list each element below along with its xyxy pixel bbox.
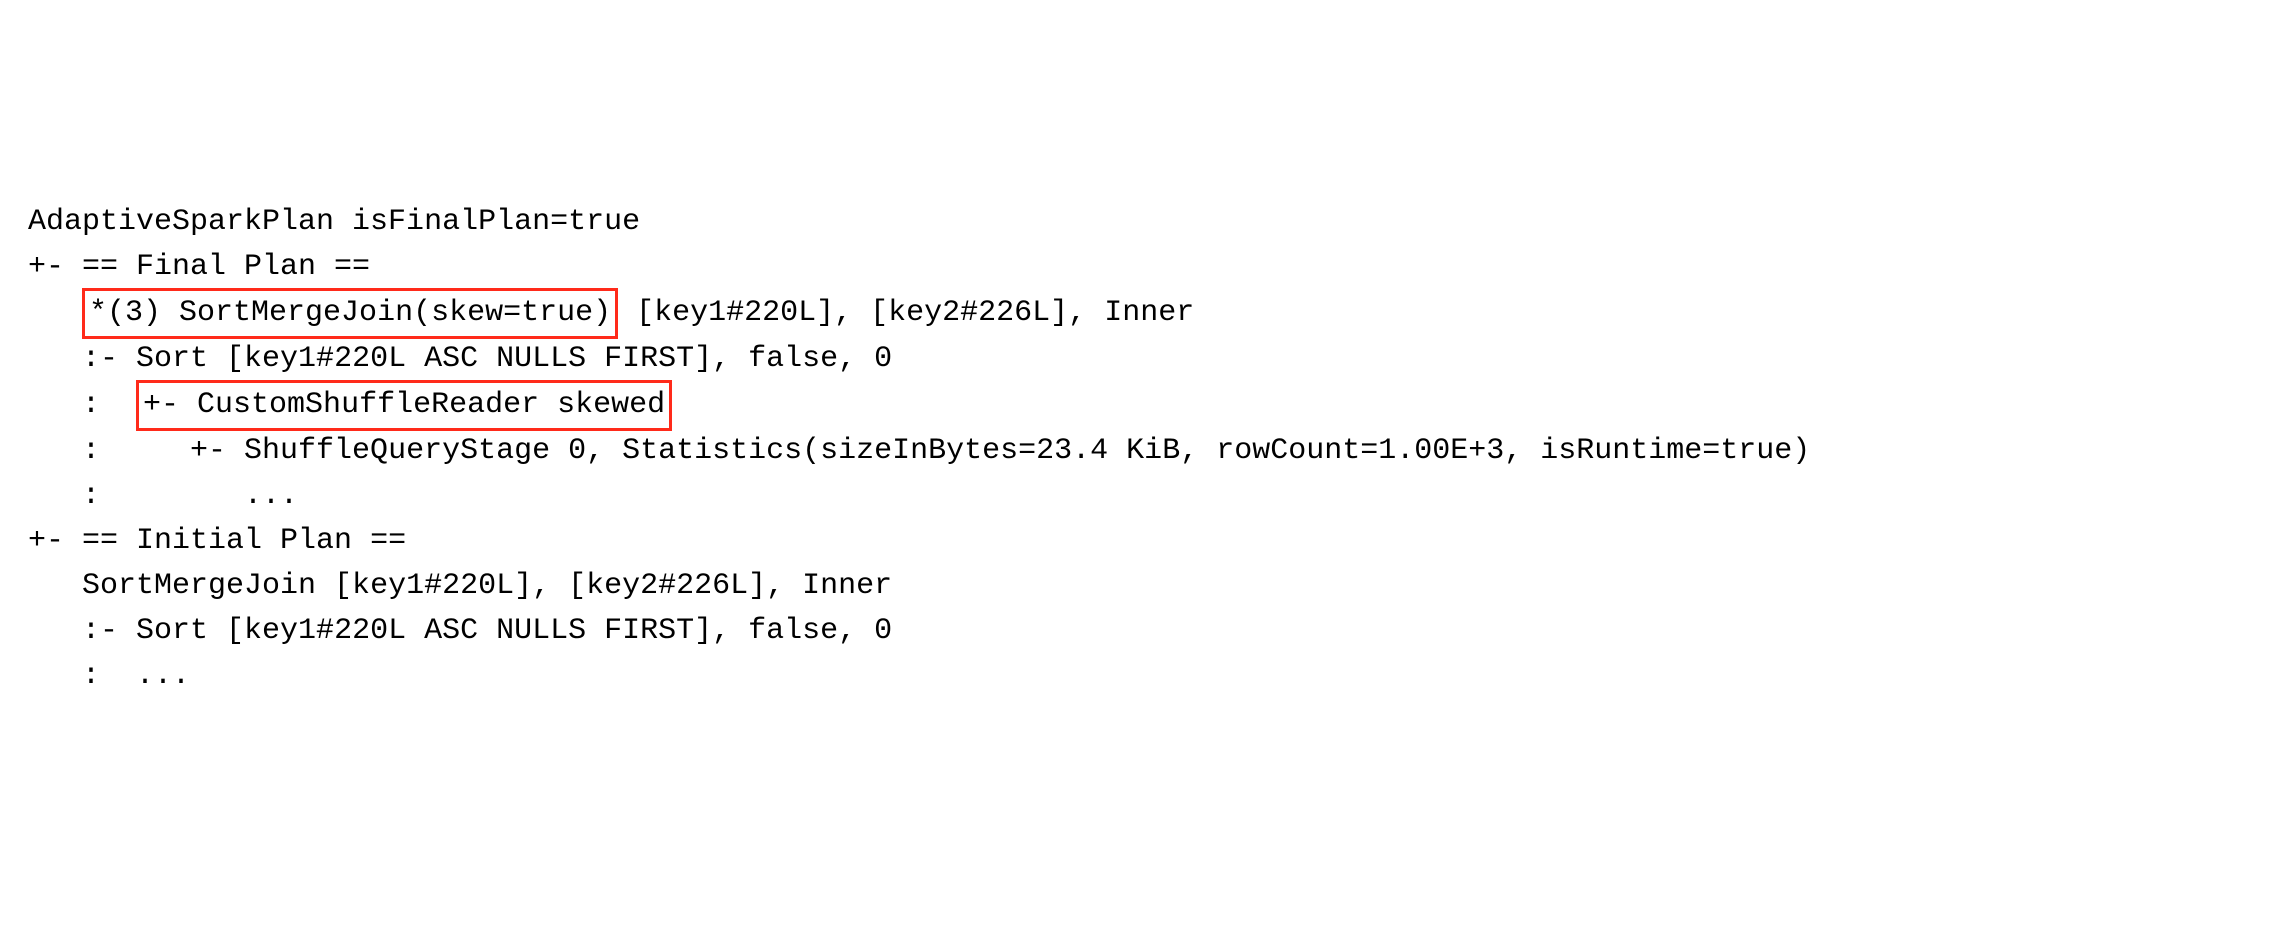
line-text: == Initial Plan == <box>82 524 406 558</box>
highlight-box: +- CustomShuffleReader skewed <box>136 380 672 431</box>
line-prefix <box>28 569 82 603</box>
line-prefix: : <box>28 659 136 693</box>
line-prefix: +- <box>28 250 82 284</box>
plan-line: :- Sort [key1#220L ASC NULLS FIRST], fal… <box>28 609 2264 654</box>
plan-line: : ... <box>28 474 2264 519</box>
plan-line: : +- CustomShuffleReader skewed <box>28 382 2264 429</box>
plan-line: : ... <box>28 654 2264 699</box>
plan-line: : +- ShuffleQueryStage 0, Statistics(siz… <box>28 429 2264 474</box>
line-text: ... <box>244 479 298 513</box>
line-text-after: [key1#220L], [key2#226L], Inner <box>618 296 1194 330</box>
plan-line: AdaptiveSparkPlan isFinalPlan=true <box>28 200 2264 245</box>
plan-line: +- == Final Plan == <box>28 245 2264 290</box>
line-prefix: : <box>28 388 136 422</box>
line-prefix: +- <box>28 524 82 558</box>
line-prefix: : <box>28 479 244 513</box>
highlight-box: *(3) SortMergeJoin(skew=true) <box>82 288 618 339</box>
line-prefix: :- <box>28 342 136 376</box>
line-text: +- ShuffleQueryStage 0, Statistics(sizeI… <box>190 434 1810 468</box>
line-prefix: : <box>28 434 190 468</box>
plan-line: SortMergeJoin [key1#220L], [key2#226L], … <box>28 564 2264 609</box>
plan-line: +- == Initial Plan == <box>28 519 2264 564</box>
line-text: ... <box>136 659 190 693</box>
line-text: AdaptiveSparkPlan isFinalPlan=true <box>28 205 640 239</box>
line-text: SortMergeJoin [key1#220L], [key2#226L], … <box>82 569 892 603</box>
spark-plan-output: AdaptiveSparkPlan isFinalPlan=true +- == … <box>28 200 2264 699</box>
plan-line: :- Sort [key1#220L ASC NULLS FIRST], fal… <box>28 337 2264 382</box>
line-text: Sort [key1#220L ASC NULLS FIRST], false,… <box>136 342 892 376</box>
line-prefix <box>28 296 82 330</box>
plan-line: *(3) SortMergeJoin(skew=true) [key1#220L… <box>28 290 2264 337</box>
line-prefix: :- <box>28 614 136 648</box>
line-text: == Final Plan == <box>82 250 370 284</box>
line-text: Sort [key1#220L ASC NULLS FIRST], false,… <box>136 614 892 648</box>
